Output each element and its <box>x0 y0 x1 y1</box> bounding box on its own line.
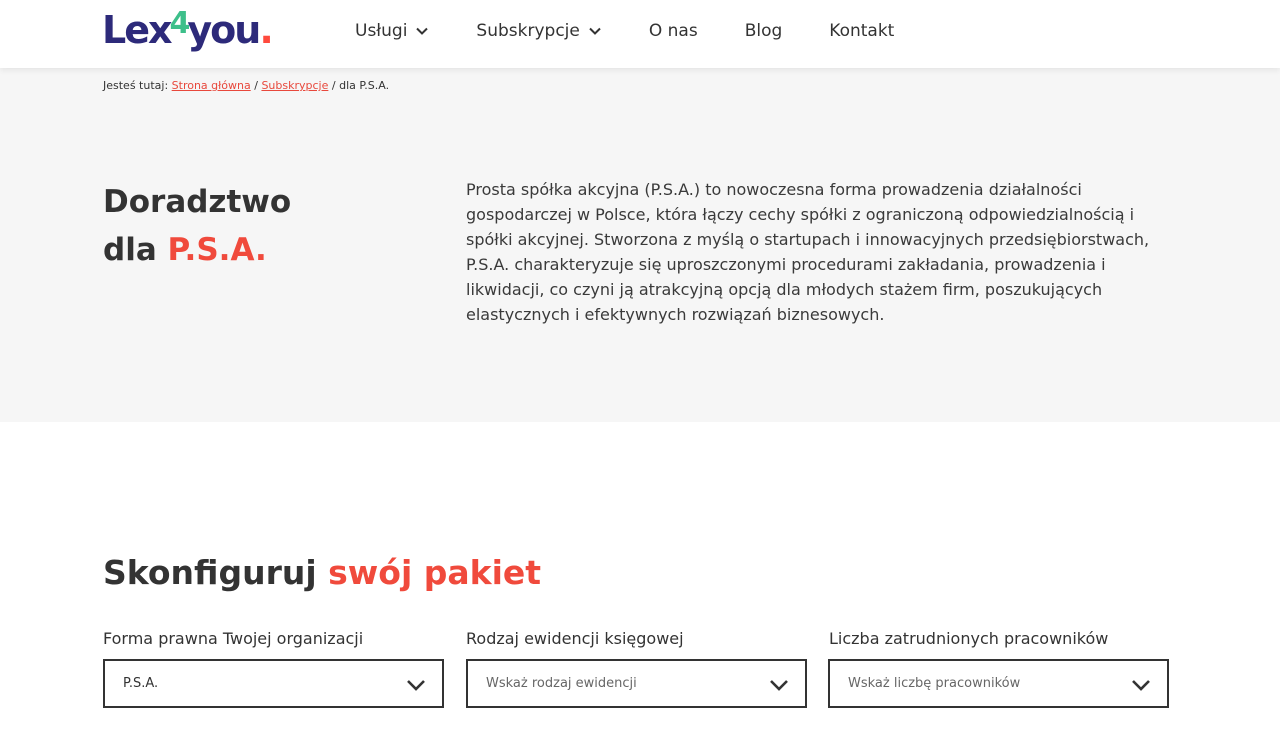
breadcrumb-current: dla P.S.A. <box>339 79 390 92</box>
nav-item-label: Subskrypcje <box>476 21 580 41</box>
nav-item-label: Usługi <box>355 21 408 41</box>
employees-count-label: Liczba zatrudnionych pracowników <box>829 629 1109 648</box>
chevron-down-icon <box>770 680 788 691</box>
config-title-accent: swój pakiet <box>328 553 542 592</box>
legal-form-label: Forma prawna Twojej organizacji <box>103 629 364 648</box>
nav-item-uslugi[interactable]: Usługi <box>355 21 429 41</box>
config-title-prefix: Skonfiguruj <box>103 553 329 592</box>
accounting-type-label: Rodzaj ewidencji księgowej <box>466 629 684 648</box>
breadcrumb-prefix: Jesteś tutaj: <box>103 79 169 92</box>
breadcrumb: Jesteś tutaj: Strona główna / Subskrypcj… <box>103 79 389 92</box>
employees-count-select[interactable]: Wskaż liczbę pracowników <box>828 659 1169 708</box>
nav-item-blog[interactable]: Blog <box>745 21 783 41</box>
logo-text-lex: Lex <box>102 8 172 52</box>
hero-description: Prosta spółka akcyjna (P.S.A.) to nowocz… <box>466 180 1150 324</box>
nav-item-subskrypcje[interactable]: Subskrypcje <box>476 21 601 41</box>
breadcrumb-parent-link[interactable]: Subskrypcje <box>261 79 328 92</box>
nav-item-label: Blog <box>744 21 783 41</box>
page-title-accent: P.S.A. <box>167 232 267 268</box>
page-title-line1: Doradztwo <box>103 184 292 220</box>
page-title-line2-prefix: dla <box>103 232 168 268</box>
breadcrumb-home-link[interactable]: Strona główna <box>172 79 251 92</box>
chevron-down-icon <box>416 27 429 35</box>
logo[interactable]: Lex 4 you. <box>102 6 274 56</box>
nav-item-label: Kontakt <box>829 21 895 41</box>
nav-item-label: O nas <box>648 21 698 41</box>
chevron-down-icon <box>1132 680 1150 691</box>
breadcrumb-separator: / <box>254 79 258 92</box>
employees-count-placeholder: Wskaż liczbę pracowników <box>848 676 1021 691</box>
accounting-type-placeholder: Wskaż rodzaj ewidencji <box>486 676 637 691</box>
accounting-type-select[interactable]: Wskaż rodzaj ewidencji <box>466 659 807 708</box>
breadcrumb-separator: / <box>331 79 336 92</box>
chevron-down-icon <box>589 27 601 35</box>
config-title: Skonfiguruj swój pakiet <box>103 553 541 592</box>
logo-text-you: you <box>187 8 261 52</box>
nav-item-kontakt[interactable]: Kontakt <box>829 21 894 41</box>
main-nav: Usługi Subskrypcje O nas Blog Kontakt <box>355 0 941 62</box>
nav-item-o-nas[interactable]: O nas <box>649 21 698 41</box>
site-header: Lex 4 you. Usługi Subskrypcje O nas Blog K… <box>0 0 1280 68</box>
hero-section: Jesteś tutaj: Strona główna / Subskrypcj… <box>0 68 1280 422</box>
logo-dot: . <box>259 8 274 52</box>
chevron-down-icon <box>407 680 425 691</box>
page-title: Doradztwo dla P.S.A. <box>103 178 291 274</box>
legal-form-value: P.S.A. <box>123 676 159 691</box>
logo-text-four: 4 <box>169 6 191 41</box>
legal-form-select[interactable]: P.S.A. <box>103 659 444 708</box>
